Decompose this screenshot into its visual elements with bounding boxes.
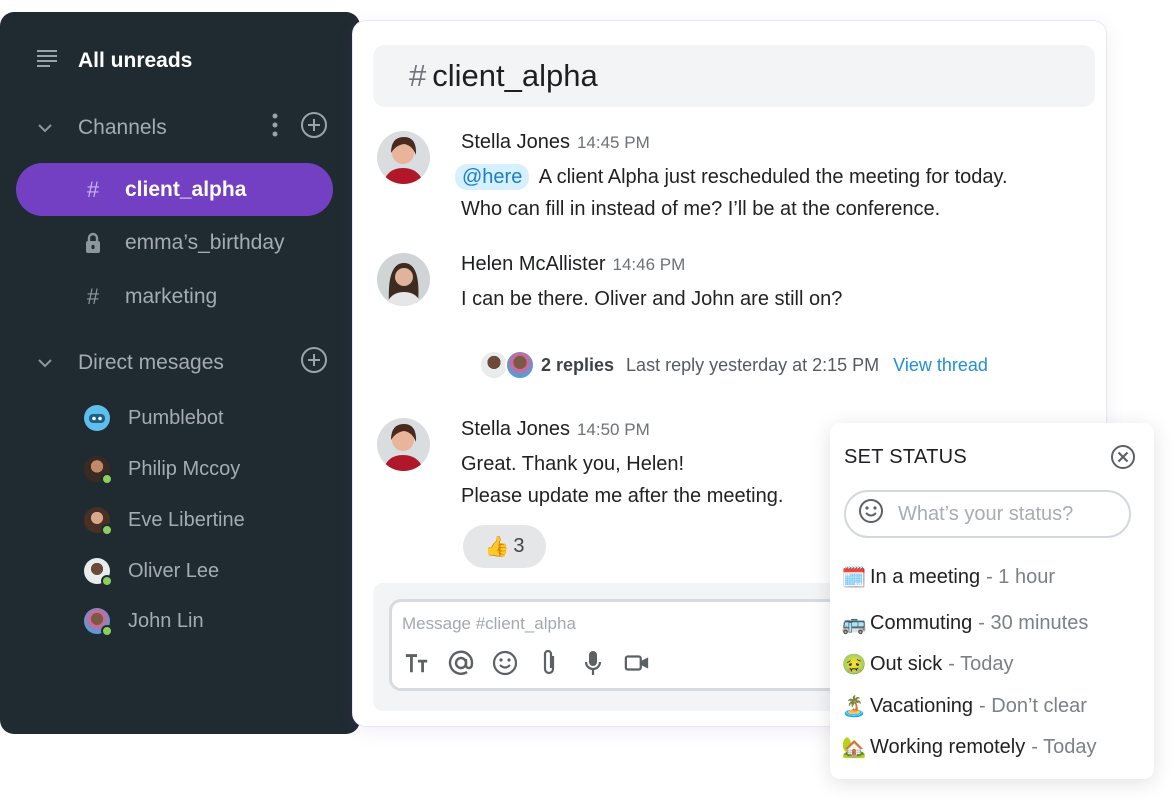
- channel-label: marketing: [125, 284, 218, 308]
- sidebar-item-john-lin[interactable]: John Lin: [84, 608, 360, 637]
- reaction-count: 3: [513, 535, 525, 557]
- chevron-down-icon[interactable]: [36, 351, 58, 375]
- view-thread-link[interactable]: View thread: [893, 355, 988, 376]
- composer-toolbar: [404, 648, 650, 678]
- message-author[interactable]: Stella Jones: [461, 418, 570, 441]
- dm-section-header[interactable]: Direct mesages: [36, 346, 328, 380]
- avatar: [84, 456, 113, 485]
- message-text: A client Alpha just rescheduled the meet…: [538, 166, 1008, 188]
- status-option-working-remotely[interactable]: 🏡 Working remotely - Today: [841, 736, 1097, 759]
- status-option-vacationing[interactable]: 🏝️ Vacationing - Don’t clear: [841, 695, 1087, 718]
- status-option-duration: - 30 minutes: [978, 612, 1089, 634]
- message-time: 14:45 PM: [576, 133, 650, 152]
- dm-label: Pumblebot: [128, 406, 224, 429]
- hash-icon: #: [86, 283, 100, 309]
- online-status-dot: [101, 575, 113, 587]
- all-unreads-item[interactable]: All unreads: [36, 48, 360, 73]
- dm-label: Oliver Lee: [128, 559, 220, 582]
- dm-label: Philip Mccoy: [128, 457, 241, 480]
- island-icon: 🏝️: [841, 696, 867, 718]
- sidebar: All unreads Channels # client_alpha emma…: [0, 12, 360, 734]
- bot-avatar: [84, 405, 110, 431]
- channels-header-label: Channels: [78, 116, 167, 139]
- sidebar-item-emmas-birthday[interactable]: emma’s_birthday: [16, 216, 333, 269]
- mention-tag[interactable]: @here: [455, 164, 530, 190]
- hash-icon: #: [86, 176, 100, 202]
- sidebar-item-eve-libertine[interactable]: Eve Libertine: [84, 507, 360, 536]
- avatar[interactable]: [377, 131, 430, 184]
- status-option-out-sick[interactable]: 🤢 Out sick - Today: [841, 653, 1014, 676]
- status-input[interactable]: What’s your status?: [844, 490, 1131, 538]
- chevron-down-icon[interactable]: [36, 116, 58, 140]
- message-author[interactable]: Stella Jones: [461, 131, 570, 154]
- house-icon: 🏡: [841, 737, 867, 759]
- online-status-dot: [101, 625, 113, 637]
- message-text: I can be there. Oliver and John are stil…: [461, 288, 843, 310]
- channel-title: client_alpha: [432, 58, 598, 93]
- status-option-duration: - 1 hour: [986, 566, 1056, 588]
- status-option-label: Out sick: [870, 653, 943, 675]
- avatar[interactable]: [377, 418, 430, 471]
- close-icon[interactable]: [1110, 444, 1136, 475]
- status-option-label: Vacationing: [870, 695, 974, 717]
- channel-header: # client_alpha: [373, 45, 1095, 107]
- channel-label: emma’s_birthday: [125, 230, 285, 254]
- bus-icon: 🚌: [841, 613, 867, 635]
- attachment-icon[interactable]: [536, 648, 562, 678]
- status-option-duration: - Today: [948, 653, 1014, 675]
- channel-label: client_alpha: [125, 177, 247, 201]
- avatar: [84, 608, 113, 637]
- message-time: 14:50 PM: [576, 420, 650, 439]
- avatar[interactable]: [377, 253, 430, 306]
- message-time: 14:46 PM: [612, 255, 686, 274]
- dm-header-label: Direct mesages: [78, 351, 224, 374]
- sidebar-item-philip-mccoy[interactable]: Philip Mccoy: [84, 456, 360, 485]
- mention-icon[interactable]: [448, 648, 474, 678]
- sidebar-item-pumblebot[interactable]: Pumblebot: [84, 405, 360, 431]
- avatar: [84, 507, 113, 536]
- message-input[interactable]: Message #client_alpha: [402, 614, 576, 634]
- hash-icon: #: [409, 58, 427, 93]
- set-status-popup: SET STATUS What’s your status? 🗓️ In a m…: [830, 423, 1154, 779]
- channels-section-header[interactable]: Channels: [36, 111, 328, 145]
- thread-summary[interactable]: 2 replies Last reply yesterday at 2:15 P…: [479, 350, 988, 380]
- status-input-placeholder: What’s your status?: [898, 502, 1074, 525]
- more-options-icon[interactable]: [272, 113, 278, 143]
- calendar-icon: 🗓️: [841, 567, 867, 589]
- avatar: [84, 558, 113, 587]
- avatar: [505, 350, 535, 380]
- set-status-title: SET STATUS: [844, 446, 968, 468]
- message-text: Who can fill in instead of me? I’ll be a…: [461, 198, 941, 220]
- thread-replies-count[interactable]: 2 replies: [541, 355, 614, 376]
- message-author[interactable]: Helen McAllister: [461, 253, 605, 276]
- status-option-commuting[interactable]: 🚌 Commuting - 30 minutes: [841, 612, 1089, 635]
- status-option-duration: - Today: [1031, 736, 1097, 758]
- emoji-icon[interactable]: [858, 498, 884, 530]
- status-option-meeting[interactable]: 🗓️ In a meeting - 1 hour: [841, 566, 1056, 589]
- online-status-dot: [101, 473, 113, 485]
- add-dm-icon[interactable]: [300, 346, 328, 380]
- status-option-duration: - Don’t clear: [979, 695, 1087, 717]
- add-channel-icon[interactable]: [300, 111, 328, 145]
- dm-label: Eve Libertine: [128, 508, 245, 531]
- status-option-label: Commuting: [870, 612, 973, 634]
- lock-icon: [82, 232, 104, 254]
- text-format-icon[interactable]: [404, 648, 430, 678]
- status-option-label: In a meeting: [870, 566, 981, 588]
- thread-last-reply: Last reply yesterday at 2:15 PM: [626, 354, 880, 375]
- sidebar-item-oliver-lee[interactable]: Oliver Lee: [84, 558, 360, 587]
- list-icon: [36, 48, 58, 73]
- sick-face-icon: 🤢: [841, 654, 867, 676]
- video-icon[interactable]: [624, 648, 650, 678]
- status-option-label: Working remotely: [870, 736, 1026, 758]
- online-status-dot: [101, 524, 113, 536]
- microphone-icon[interactable]: [580, 648, 606, 678]
- reaction-thumbs-up[interactable]: 👍 3: [463, 525, 546, 568]
- sidebar-item-marketing[interactable]: # marketing: [16, 270, 333, 323]
- emoji-icon[interactable]: [492, 648, 518, 678]
- thumbs-up-icon: 👍: [484, 536, 510, 558]
- dm-label: John Lin: [128, 609, 204, 632]
- sidebar-item-client-alpha[interactable]: # client_alpha: [16, 163, 333, 216]
- all-unreads-label: All unreads: [78, 48, 193, 72]
